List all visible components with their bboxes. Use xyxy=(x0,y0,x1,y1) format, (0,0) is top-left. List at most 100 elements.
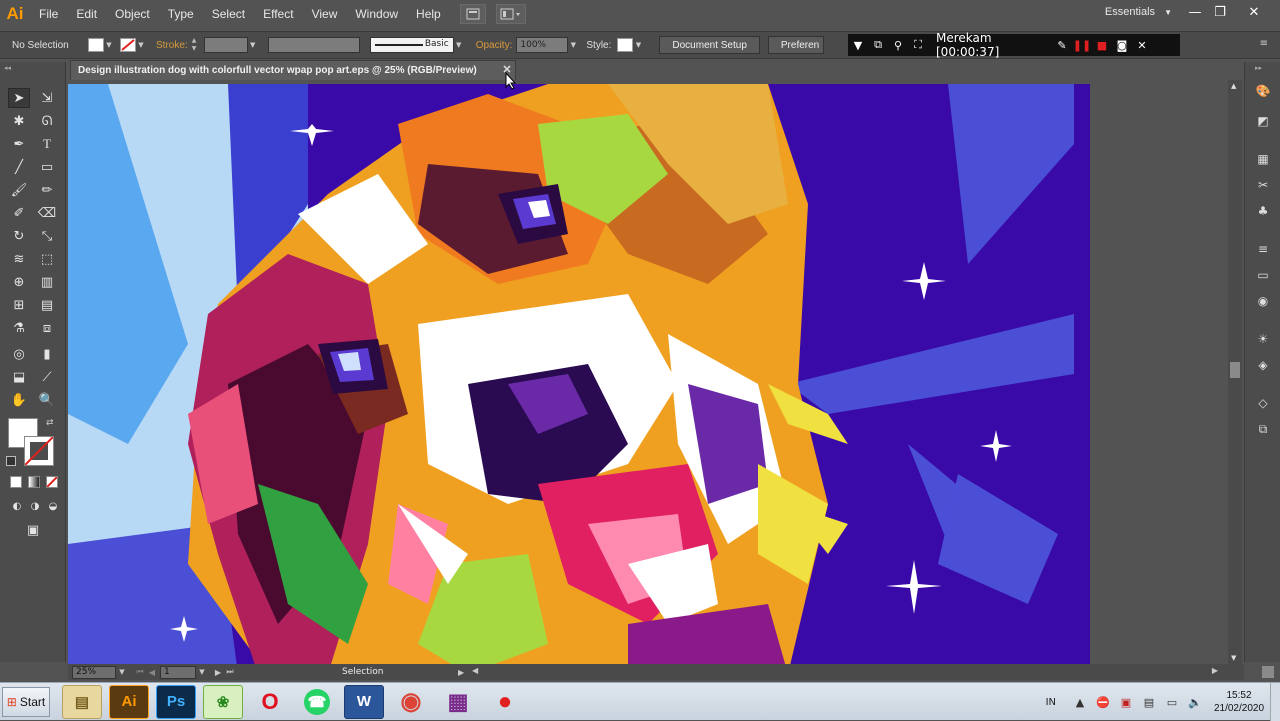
slice-tool-icon[interactable]: ⟋ xyxy=(36,367,58,387)
gradient-panel-icon[interactable]: ▭ xyxy=(1253,266,1273,284)
bridge-button[interactable] xyxy=(459,4,486,24)
symbols-panel-icon[interactable]: ♣ xyxy=(1253,202,1273,220)
scroll-down-icon[interactable]: ▼ xyxy=(1231,654,1236,662)
network-icon[interactable]: ⛔ xyxy=(1093,692,1113,712)
transparency-panel-icon[interactable]: ◉ xyxy=(1253,292,1273,310)
lasso-tool-icon[interactable]: ᘏ xyxy=(36,111,58,131)
pencil-tool-icon[interactable]: ✏ xyxy=(36,180,58,200)
minimize-button[interactable]: — xyxy=(1181,2,1209,22)
scroll-right-icon[interactable]: ▶ xyxy=(1212,666,1218,675)
opacity-dropdown[interactable]: ▼ xyxy=(568,38,578,52)
scroll-left-icon[interactable]: ◀ xyxy=(472,666,478,675)
restore-button[interactable]: ❐ xyxy=(1206,2,1234,22)
close-icon[interactable]: ✕ xyxy=(1132,35,1152,55)
crop-icon[interactable]: ⛶ xyxy=(908,35,928,55)
taskbar-file-explorer[interactable]: ▤ xyxy=(62,684,102,719)
next-artboard-icon[interactable]: ▶ xyxy=(212,668,224,677)
menu-file[interactable]: File xyxy=(30,7,67,21)
scale-tool-icon[interactable]: ⤡ xyxy=(36,226,58,246)
stroke-weight-dropdown[interactable]: ▼ xyxy=(248,38,258,52)
taskbar-illustrator[interactable]: Ai xyxy=(109,684,149,719)
stroke-swatch[interactable] xyxy=(120,38,136,52)
symbol-sprayer-tool-icon[interactable]: ◎ xyxy=(8,344,30,364)
fill-dropdown[interactable]: ▼ xyxy=(104,38,114,52)
taskbar-opera[interactable]: O xyxy=(250,685,290,719)
stroke-label[interactable]: Stroke: xyxy=(156,40,188,51)
canvas-area[interactable] xyxy=(68,80,1228,664)
artboard-dropdown-icon[interactable]: ▼ xyxy=(196,668,208,676)
search-icon[interactable]: ⚲ xyxy=(888,35,908,55)
draw-inside-icon[interactable]: ◒ xyxy=(42,496,64,516)
show-hidden-icons[interactable]: ▲ xyxy=(1070,692,1090,712)
action-center-icon[interactable]: ▤ xyxy=(1139,692,1159,712)
graphic-styles-panel-icon[interactable]: ◈ xyxy=(1253,356,1273,374)
arrange-documents-button[interactable] xyxy=(495,4,526,24)
stroke-color-box[interactable] xyxy=(24,436,54,466)
antivirus-icon[interactable]: ▣ xyxy=(1116,692,1136,712)
start-button[interactable]: ⊞ Start xyxy=(2,686,50,717)
artboard-tool-icon[interactable]: ⬓ xyxy=(8,367,30,387)
gradient-mode-icon[interactable] xyxy=(28,476,40,488)
taskbar-whatsapp[interactable]: ☎ xyxy=(297,685,337,719)
artboard[interactable] xyxy=(68,84,1090,664)
taskbar-coreldraw[interactable]: ❀ xyxy=(203,684,243,719)
color-panel-icon[interactable]: 🎨 xyxy=(1253,82,1273,100)
scroll-up-icon[interactable]: ▲ xyxy=(1231,82,1236,90)
stroke-panel-icon[interactable]: ≡ xyxy=(1253,240,1273,258)
horizontal-scrollbar[interactable]: ◀ ▶ xyxy=(472,664,1274,680)
menu-help[interactable]: Help xyxy=(407,7,450,21)
warp-tool-icon[interactable]: ≋ xyxy=(8,249,30,269)
swap-fill-stroke-icon[interactable]: ⇄ xyxy=(46,418,54,428)
taskbar-winrar[interactable]: ▦ xyxy=(438,685,478,719)
expand-panels-icon[interactable]: ▸▸ xyxy=(1255,64,1262,72)
artboards-panel-icon[interactable]: ⧉ xyxy=(1253,420,1273,438)
color-guide-icon[interactable]: ◩ xyxy=(1253,112,1273,130)
zoom-field[interactable]: 25% xyxy=(72,665,116,679)
layers-panel-icon[interactable]: ◇ xyxy=(1253,394,1273,412)
window-icon[interactable]: ⧉ xyxy=(868,35,888,55)
brushes-panel-icon[interactable]: ✂ xyxy=(1253,176,1273,194)
default-colors-icon[interactable] xyxy=(6,456,16,466)
workspace-switcher[interactable]: Essentials ▼ xyxy=(1105,6,1172,18)
style-swatch[interactable] xyxy=(617,38,634,52)
document-setup-button[interactable]: Document Setup xyxy=(659,36,760,54)
close-window-button[interactable]: ✕ xyxy=(1240,2,1268,22)
line-tool-icon[interactable]: ╱ xyxy=(8,157,30,177)
collapse-panel-icon[interactable]: ◂◂ xyxy=(4,64,11,72)
preferences-button[interactable]: Preferen xyxy=(767,36,825,54)
first-artboard-icon[interactable]: ⏮ xyxy=(134,667,146,677)
system-clock[interactable]: 15:52 21/02/2020 xyxy=(1208,689,1270,715)
column-graph-tool-icon[interactable]: ▮ xyxy=(36,344,58,364)
swatches-panel-icon[interactable]: ▦ xyxy=(1253,150,1273,168)
blend-tool-icon[interactable]: ⧈ xyxy=(36,318,58,338)
menu-select[interactable]: Select xyxy=(203,7,254,21)
taskbar-screen-recorder[interactable]: ● xyxy=(485,685,525,719)
panel-menu-icon[interactable]: ≡ xyxy=(1260,38,1268,49)
hand-tool-icon[interactable]: ✋ xyxy=(8,390,30,410)
free-transform-tool-icon[interactable]: ⬚ xyxy=(36,249,58,269)
brush-definition-field[interactable]: Basic xyxy=(369,37,454,53)
taskbar-word[interactable]: W xyxy=(344,684,384,719)
gradient-tool-icon[interactable]: ▤ xyxy=(36,295,58,315)
menu-view[interactable]: View xyxy=(303,7,347,21)
variable-width-field[interactable] xyxy=(267,37,360,53)
status-menu-icon[interactable]: ▶ xyxy=(458,668,468,677)
show-desktop-button[interactable] xyxy=(1270,683,1280,721)
pause-icon[interactable]: ❚❚ xyxy=(1072,35,1092,55)
blob-brush-tool-icon[interactable]: ✐ xyxy=(8,203,30,223)
vertical-scrollbar[interactable]: ▲ ▼ xyxy=(1228,80,1242,664)
pencil-icon[interactable]: ✎ xyxy=(1052,35,1072,55)
language-indicator[interactable]: IN xyxy=(1046,697,1056,708)
pen-tool-icon[interactable]: ✒ xyxy=(8,134,30,154)
perspective-grid-tool-icon[interactable]: ▥ xyxy=(36,272,58,292)
opacity-field[interactable]: 100% xyxy=(516,37,569,53)
taskbar-chrome[interactable]: ◉ xyxy=(391,685,431,719)
paintbrush-tool-icon[interactable]: 🖌 xyxy=(8,180,30,200)
artboard-number-field[interactable]: 1 xyxy=(160,665,196,679)
zoom-dropdown-icon[interactable]: ▼ xyxy=(116,668,128,676)
zoom-tool-icon[interactable]: 🔍 xyxy=(36,390,58,410)
rectangle-tool-icon[interactable]: ▭ xyxy=(36,157,58,177)
stroke-weight-stepper[interactable]: ▲ ▼ xyxy=(192,37,202,53)
volume-icon[interactable]: 🔈 xyxy=(1185,692,1205,712)
battery-icon[interactable]: ▭ xyxy=(1162,692,1182,712)
